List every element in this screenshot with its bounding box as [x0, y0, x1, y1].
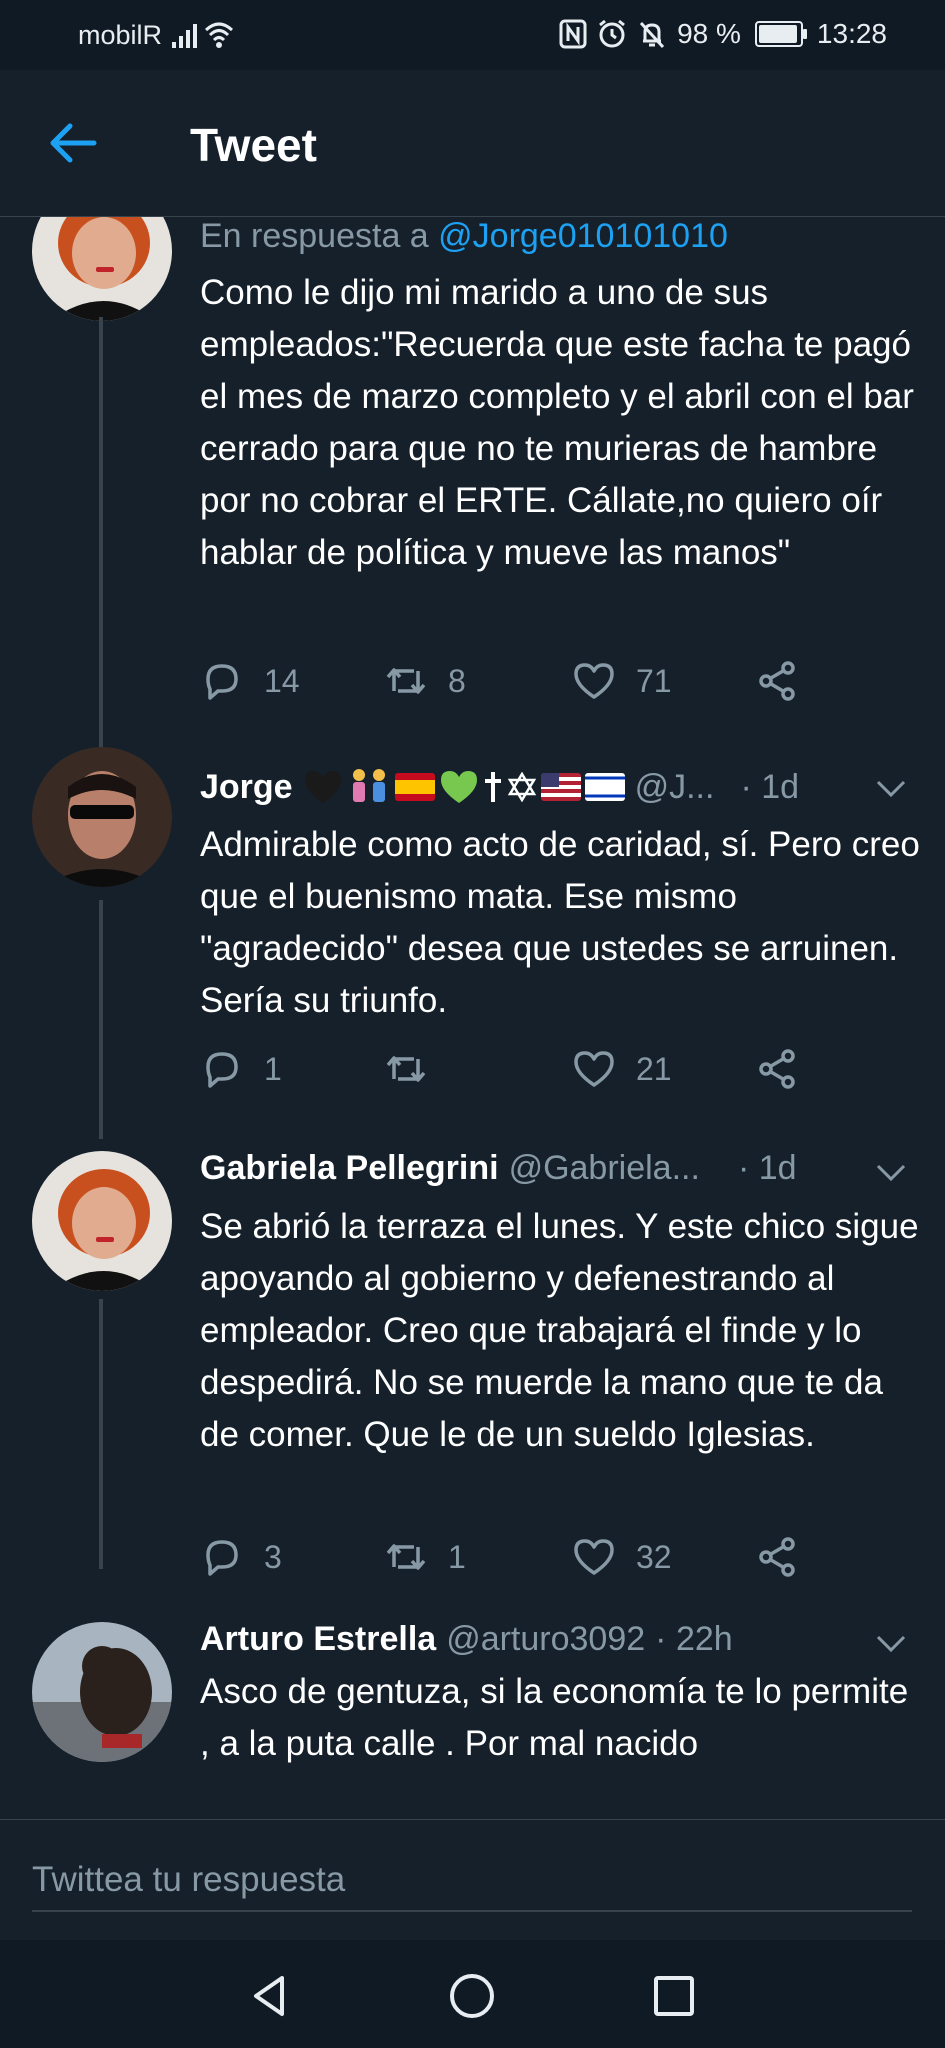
back-nav-icon[interactable]	[244, 1970, 296, 2022]
timestamp: · 1d	[740, 767, 800, 806]
share-icon	[759, 1049, 795, 1089]
reply-icon	[206, 1540, 238, 1576]
status-right: 98 % 13:28	[559, 18, 887, 50]
reply-count: 14	[264, 662, 300, 699]
reply-count: 1	[264, 1050, 282, 1087]
user-handle[interactable]: @Gabriela...	[509, 1149, 700, 1188]
avatar[interactable]	[32, 1151, 172, 1291]
tweet-actions: 3 1 32	[200, 1535, 920, 1585]
share-icon	[759, 1537, 795, 1577]
family-icon	[352, 769, 385, 802]
app-header: Tweet	[0, 70, 945, 217]
clock: 13:28	[816, 18, 887, 49]
name-emojis	[303, 767, 625, 807]
tweet-header: Arturo Estrella @arturo3092 · 22h	[200, 1620, 733, 1659]
system-nav-bar	[0, 1940, 945, 2048]
avatar[interactable]	[32, 1622, 172, 1762]
mute-icon	[639, 21, 665, 49]
retweet-button[interactable]: 1	[384, 1535, 466, 1579]
avatar[interactable]	[32, 217, 172, 321]
tweet-text: Admirable como acto de caridad, sí. Pero…	[200, 825, 920, 1020]
reply-icon	[206, 1052, 238, 1088]
user-handle[interactable]: @arturo3092	[446, 1620, 645, 1659]
thread-line	[99, 317, 103, 757]
tweet-text: Como le dijo mi marido a uno de sus empl…	[200, 273, 914, 572]
thread-line	[99, 900, 103, 1139]
heart-icon	[574, 1051, 614, 1087]
status-bar: mobilR 98 % 13:28	[0, 0, 945, 70]
nfc-icon	[559, 19, 587, 49]
heart-icon	[574, 663, 614, 699]
back-button[interactable]	[44, 118, 102, 168]
reply-button[interactable]: 14	[200, 659, 300, 703]
tweet-item[interactable]: Arturo Estrella @arturo3092 · 22h Asco d…	[0, 1620, 945, 1819]
tweet-header: Gabriela Pellegrini @Gabriela... · 1d	[200, 1149, 797, 1188]
alarm-icon	[599, 19, 626, 48]
retweet-button[interactable]	[384, 1047, 448, 1091]
chevron-down-icon[interactable]	[875, 779, 907, 799]
display-name[interactable]: Jorge	[200, 768, 293, 807]
reply-button[interactable]: 3	[200, 1535, 282, 1579]
like-count: 71	[636, 662, 672, 699]
like-count: 21	[636, 1050, 672, 1087]
display-name[interactable]: Arturo Estrella	[200, 1620, 436, 1659]
star-of-david-icon	[507, 772, 536, 802]
thread-line	[99, 1299, 103, 1569]
reply-context: En respuesta a @Jorge010101010	[200, 217, 728, 256]
tweet-text: Asco de gentuza, si la economía te lo pe…	[200, 1672, 909, 1763]
share-button[interactable]	[756, 1047, 800, 1091]
recents-nav-icon[interactable]	[648, 1970, 700, 2022]
timestamp: · 1d	[737, 1149, 797, 1187]
share-icon	[759, 661, 795, 701]
retweet-count: 1	[448, 1538, 466, 1575]
reply-button[interactable]: 1	[200, 1047, 282, 1091]
retweet-icon	[386, 1544, 426, 1570]
reply-mention-link[interactable]: @Jorge010101010	[438, 217, 728, 255]
tweet-item[interactable]: Gabriela Pellegrini @Gabriela... · 1d Se…	[0, 1139, 945, 1577]
user-handle[interactable]: @J...	[635, 768, 715, 807]
page-title: Tweet	[190, 119, 317, 171]
retweet-button[interactable]: 8	[384, 659, 466, 703]
tweet-item[interactable]: En respuesta a @Jorge010101010 Como le d…	[0, 217, 945, 757]
reply-count: 3	[264, 1538, 282, 1575]
home-nav-icon[interactable]	[446, 1970, 498, 2022]
tweet-header: Jorge @J... · 1d	[200, 767, 799, 807]
chevron-down-icon[interactable]	[875, 1163, 907, 1183]
cross-icon	[484, 772, 501, 802]
avatar[interactable]	[32, 747, 172, 887]
share-button[interactable]	[756, 1535, 800, 1579]
battery-percent: 98 %	[677, 18, 741, 49]
reply-prefix: En respuesta a	[200, 217, 429, 255]
tweet-text: Se abrió la terraza el lunes. Y este chi…	[200, 1207, 919, 1454]
share-button[interactable]	[756, 659, 800, 703]
reply-bar	[0, 1820, 945, 1940]
like-count: 32	[636, 1538, 672, 1575]
green-heart-icon	[440, 771, 477, 803]
like-button[interactable]: 71	[572, 659, 672, 703]
arrow-left-icon	[50, 123, 97, 163]
spain-flag-icon	[394, 773, 435, 801]
reply-icon	[206, 664, 238, 700]
tweet-actions: 14 8 71	[200, 659, 920, 709]
timestamp: · 22h	[655, 1620, 733, 1658]
retweet-icon	[386, 1056, 426, 1082]
tweet-actions: 1 21	[200, 1047, 920, 1097]
signal-icon	[170, 16, 240, 59]
heart-icon	[574, 1539, 614, 1575]
black-heart-icon	[304, 771, 341, 803]
battery-icon	[754, 21, 807, 47]
carrier-name: mobilR	[78, 20, 163, 50]
display-name[interactable]: Gabriela Pellegrini	[200, 1149, 499, 1188]
israel-flag-icon	[584, 773, 625, 801]
tweet-thread[interactable]: En respuesta a @Jorge010101010 Como le d…	[0, 217, 945, 1819]
retweet-icon	[386, 668, 426, 694]
reply-input[interactable]	[32, 1850, 912, 1912]
tweet-item[interactable]: Jorge @J... · 1d Admirable como acto de …	[0, 747, 945, 1139]
like-button[interactable]: 32	[572, 1535, 672, 1579]
retweet-count: 8	[448, 662, 466, 699]
usa-flag-icon	[540, 773, 581, 801]
like-button[interactable]: 21	[572, 1047, 672, 1091]
chevron-down-icon[interactable]	[875, 1634, 907, 1654]
